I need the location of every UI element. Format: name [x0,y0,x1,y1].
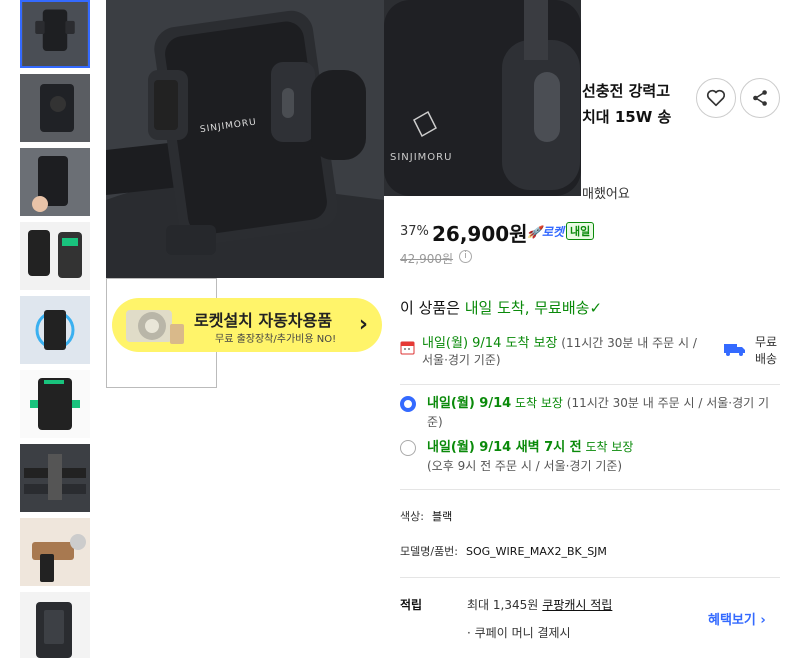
info-icon[interactable]: i [459,250,472,263]
original-price: 42,900원 [400,252,454,266]
thumbnail-2[interactable] [20,74,90,142]
banner-title: 로켓설치 자동차용품 [194,311,333,330]
delivery-headline: 이 상품은 내일 도착, 무료배송✓ [400,299,603,317]
tomorrow-badge: 내일 [566,222,595,240]
benefit-link[interactable]: 혜택보기 › [708,609,766,628]
banner-subtitle: 무료 출장장착/추가비용 NO! [215,334,337,345]
tire-icon [126,310,184,344]
purchase-count-text: 매했어요 [582,187,630,202]
product-title-line1: 선충전 강력고 [582,82,671,100]
truck-icon [724,344,745,356]
rocket-label: 🚀로켓 [527,224,565,239]
delivery-option-1[interactable]: 내일(월) 9/14 도착 보장 (11시간 30분 내 주문 시 / 서울·경… [400,394,780,431]
thumbnail-5[interactable] [20,296,90,364]
sale-price: 26,900원 [432,222,528,246]
coupay-text: · 쿠페이 머니 결제시 [467,626,571,640]
color-attribute: 색상: 블랙 [400,510,453,523]
divider [400,489,780,490]
heart-icon [706,89,726,107]
model-attribute: 모델명/품번: SOG_WIRE_MAX2_BK_SJM [400,545,607,558]
thumbnail-1[interactable] [20,0,90,68]
share-button[interactable] [740,78,780,118]
cash-reward-text: 최대 1,345원 쿠팡캐시 적립 [467,598,613,612]
radio-unselected[interactable] [400,440,416,456]
rocket-install-banner[interactable]: 로켓설치 자동차용품 무료 출장장착/추가비용 NO! › [112,298,382,352]
chevron-right-icon: › [358,312,368,337]
coupang-cash-link[interactable]: 쿠팡캐시 적립 [542,598,612,612]
divider [400,577,780,578]
zoom-preview: SINJIMORU [384,0,581,196]
cash-label: 적립 [400,598,423,612]
thumbnail-9[interactable] [20,592,90,658]
product-title-line2: 치대 15W 송 [582,108,672,126]
thumbnail-7[interactable] [20,444,90,512]
wishlist-button[interactable] [696,78,736,118]
thumbnail-6[interactable] [20,370,90,438]
product-title: 선충전 강력고 치대 15W 송 [582,78,671,130]
radio-selected[interactable] [400,396,416,412]
delivery-option-2[interactable]: 내일(월) 9/14 새벽 7시 전 도착 보장 (오후 9시 전 주문 시 / … [400,438,780,475]
zoom-brand-text: SINJIMORU [390,152,452,163]
thumbnail-3[interactable] [20,148,90,216]
main-product-image[interactable]: SINJIMORU [106,0,384,278]
thumbnail-4[interactable] [20,222,90,290]
discount-rate: 37% [400,224,429,239]
check-icon: ✓ [589,299,603,317]
share-icon [753,90,767,106]
rocket-delivery-badge: 🚀로켓 내일 [527,222,595,240]
thumbnail-8[interactable] [20,518,90,586]
divider [400,384,780,385]
delivery-guarantee-row: 내일(월) 9/14 도착 보장 (11시간 30분 내 주문 시 / 서울·경… [422,336,697,367]
